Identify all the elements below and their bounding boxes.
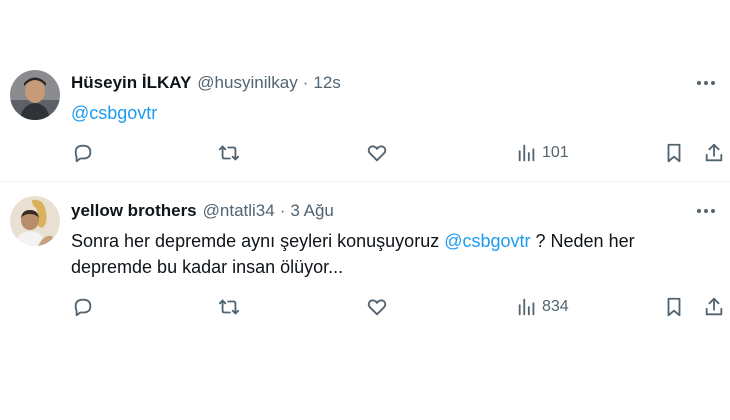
tweet-actions: 834 (0, 294, 730, 320)
author-name[interactable]: yellow brothers (71, 201, 197, 221)
author-handle[interactable]: @husyinilkay (197, 73, 297, 93)
tweet-item[interactable]: Hüseyin İLKAY @husyinilkay · 12s @csbgov… (0, 58, 730, 180)
tweet-actions: 101 (0, 140, 730, 166)
tweet-item[interactable]: yellow brothers @ntatli34 · 3 Ağu Sonra … (0, 182, 730, 342)
bookmark-icon (667, 143, 681, 163)
views-button[interactable]: 101 (516, 140, 569, 166)
like-icon (367, 145, 387, 162)
views-count: 101 (542, 144, 569, 161)
views-icon (518, 144, 535, 162)
separator: · (279, 201, 286, 220)
reply-button[interactable] (72, 140, 94, 166)
more-icon[interactable] (694, 73, 718, 93)
tweet-text-before: Sonra her depremde aynı şeyleri konuşuyo… (71, 231, 445, 251)
reply-icon (74, 144, 92, 163)
retweet-icon (218, 145, 240, 161)
retweet-icon (218, 299, 240, 315)
mention-link[interactable]: @csbgovtr (71, 103, 157, 123)
mention-link[interactable]: @csbgovtr (444, 231, 530, 251)
tweet-text: Sonra her depremde aynı şeyleri konuşuyo… (71, 228, 711, 280)
reply-button[interactable] (72, 294, 94, 320)
timestamp[interactable]: 3 Ağu (290, 201, 334, 221)
avatar[interactable] (10, 196, 60, 246)
avatar[interactable] (10, 70, 60, 120)
like-button[interactable] (366, 140, 388, 166)
views-count: 834 (542, 298, 569, 315)
reply-icon (74, 298, 92, 317)
share-button[interactable] (703, 140, 725, 166)
tweet-header: Hüseyin İLKAY @husyinilkay · 12s (71, 72, 341, 94)
retweet-button[interactable] (218, 294, 240, 320)
views-button[interactable]: 834 (516, 294, 569, 320)
share-button[interactable] (703, 294, 725, 320)
bookmark-icon (667, 297, 681, 317)
views-icon (518, 298, 535, 316)
share-icon (705, 297, 723, 316)
share-icon (705, 143, 723, 162)
author-name[interactable]: Hüseyin İLKAY (71, 73, 191, 93)
bookmark-button[interactable] (663, 294, 685, 320)
timestamp[interactable]: 12s (313, 73, 340, 93)
like-icon (367, 299, 387, 316)
tweet-text: @csbgovtr (71, 100, 711, 126)
tweet-header: yellow brothers @ntatli34 · 3 Ağu (71, 200, 334, 222)
bookmark-button[interactable] (663, 140, 685, 166)
separator: · (302, 73, 309, 92)
more-icon[interactable] (694, 201, 718, 221)
retweet-button[interactable] (218, 140, 240, 166)
author-handle[interactable]: @ntatli34 (203, 201, 275, 221)
like-button[interactable] (366, 294, 388, 320)
